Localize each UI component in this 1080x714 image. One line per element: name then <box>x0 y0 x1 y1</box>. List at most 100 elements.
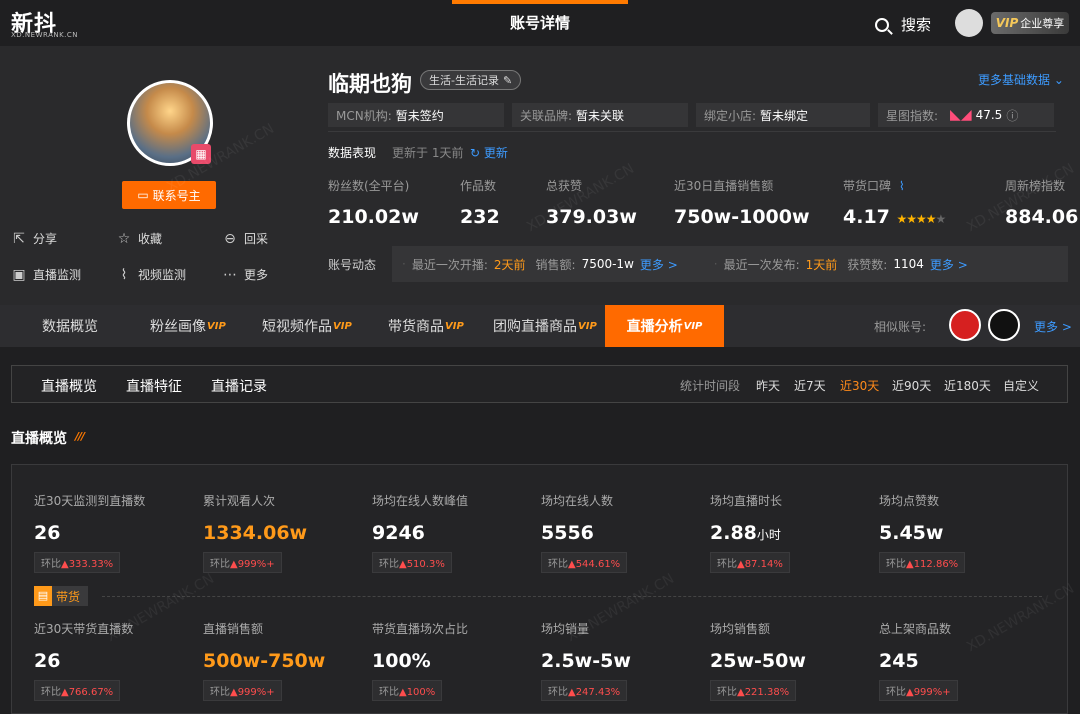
period-30d[interactable]: 近30天 <box>840 377 879 394</box>
more-similar-link[interactable]: 更多 > <box>1034 318 1072 335</box>
metric-change: 环比▲87.14% <box>710 552 790 573</box>
metric-label: 场均销量 <box>541 622 590 636</box>
change-value: ▲100% <box>399 687 436 698</box>
metric-change: 环比▲100% <box>372 680 443 701</box>
similar-accounts-label: 相似账号: <box>874 320 927 334</box>
change-label: 环比 <box>548 559 568 570</box>
metric-value: 100% <box>372 650 431 672</box>
stat-label: 周新榜指数 <box>1005 179 1066 193</box>
metric-value: 9246 <box>372 522 425 544</box>
more-post-link[interactable]: 更多 > <box>930 256 968 273</box>
trend-chart-icon[interactable]: ⌇ <box>899 179 905 193</box>
share-button[interactable]: ⇱ 分享 <box>11 230 57 247</box>
tab-label: 数据概览 <box>42 319 98 335</box>
metric-change: 环比▲999%+ <box>879 680 958 701</box>
shop-info: 绑定小店: 暂未绑定 <box>696 103 870 127</box>
stat-works: 作品数 232 <box>460 177 500 228</box>
xingtu-label: 星图指数: <box>886 108 939 123</box>
metric-label: 总上架商品数 <box>879 622 952 636</box>
metric-change: 环比▲999%+ <box>203 680 282 701</box>
change-label: 环比 <box>886 559 906 570</box>
dynamics-box: · 最近一次开播: 2天前 销售额: 7500-1w 更多 > · 最近一次发布… <box>392 246 1068 282</box>
stat-live-sales: 近30日直播销售额 750w-1000w <box>674 177 810 228</box>
last-live-label: 最近一次开播: <box>411 257 488 272</box>
live-overview-metrics: 近30天监测到直播数 26 环比▲333.33% 累计观看人次 1334.06w… <box>11 464 1068 714</box>
tab-goods[interactable]: 带货商品 VIP <box>388 305 464 347</box>
period-90d[interactable]: 近90天 <box>892 377 931 394</box>
metric-card: 带货直播场次占比 100% 环比▲100% <box>372 620 468 701</box>
stat-label: 粉丝数(全平台) <box>328 179 410 193</box>
metric-unit: 小时 <box>756 528 781 542</box>
favorite-button[interactable]: ☆ 收藏 <box>116 230 162 247</box>
mcn-value: 暂未签约 <box>395 108 444 123</box>
more-actions-button[interactable]: ⋯ 更多 <box>222 266 268 283</box>
more-live-link[interactable]: 更多 > <box>640 256 678 273</box>
refresh-button[interactable]: ↻ 更新 <box>470 144 508 161</box>
info-icon[interactable]: ⓘ <box>1006 107 1018 124</box>
xingtu-logo-icon: ◣◢ <box>950 107 972 123</box>
metric-change: 环比▲544.61% <box>541 552 628 573</box>
mcn-info: MCN机构: 暂未签约 <box>328 103 504 127</box>
user-avatar[interactable] <box>955 9 983 37</box>
tab-group-live-goods[interactable]: 团购直播商品 VIP <box>493 305 597 347</box>
tab-data-overview[interactable]: 数据概览 <box>42 305 98 347</box>
video-monitor-label: 视频监测 <box>138 268 187 282</box>
section-title: 直播概览 <box>11 431 67 447</box>
metric-card: 总上架商品数 245 环比▲999%+ <box>879 620 958 701</box>
collect-button[interactable]: ⊖ 回采 <box>222 230 268 247</box>
metric-card: 直播销售额 500w-750w 环比▲999%+ <box>203 620 325 701</box>
metric-number: 2.88 <box>710 522 757 544</box>
tab-label: 直播分析 <box>626 319 683 335</box>
metric-card: 场均点赞数 5.45w 环比▲112.86% <box>879 492 966 573</box>
shop-label: 绑定小店: <box>704 108 757 123</box>
category-tag[interactable]: 生活-生活记录 ✎ <box>420 70 522 90</box>
period-yesterday[interactable]: 昨天 <box>756 377 780 394</box>
period-180d[interactable]: 近180天 <box>944 377 991 394</box>
live-monitor-button[interactable]: ▣ 直播监测 <box>11 266 81 283</box>
metric-change: 环比▲112.86% <box>879 552 966 573</box>
stat-value: 884.06 <box>1005 206 1079 228</box>
qr-code-icon[interactable]: ▦ <box>191 144 211 164</box>
period-custom[interactable]: 自定义 <box>1003 377 1039 394</box>
change-label: 环比 <box>210 559 230 570</box>
similar-account-avatar[interactable] <box>988 309 1020 341</box>
rating-stars-icon: ★★★★★ <box>896 212 947 226</box>
tab-short-video[interactable]: 短视频作品 VIP <box>262 305 352 347</box>
metric-value: 5.45w <box>879 522 944 544</box>
period-7d[interactable]: 近7天 <box>794 377 826 394</box>
change-value: ▲999%+ <box>906 687 951 698</box>
stat-value: 210.02w <box>328 206 419 228</box>
xingtu-info: 星图指数: ◣◢ 47.5 ⓘ <box>878 103 1054 127</box>
subtab-live-records[interactable]: 直播记录 <box>211 376 267 396</box>
subtab-live-overview[interactable]: 直播概览 <box>41 376 97 396</box>
last-post-time: 1天前 <box>805 257 838 272</box>
subtab-live-features[interactable]: 直播特征 <box>126 376 182 396</box>
vip-badge[interactable]: VIP 企业尊享 <box>991 12 1069 34</box>
sales-label: 销售额: <box>535 257 576 272</box>
star-icon: ☆ <box>117 230 131 247</box>
category-label: 生活-生活记录 <box>429 74 499 87</box>
contact-owner-button[interactable]: ▭ 联系号主 <box>122 181 216 209</box>
similar-account-avatar[interactable] <box>949 309 981 341</box>
shop-value: 暂未绑定 <box>760 108 809 123</box>
stat-reputation: 带货口碑 ⌇ 4.17 ★★★★★ <box>843 177 947 228</box>
performance-updated: 更新于 1天前 <box>392 146 464 160</box>
change-value: ▲999%+ <box>230 687 275 698</box>
tv-icon: ▣ <box>12 266 26 283</box>
period-label: 统计时间段 <box>680 379 741 393</box>
chevron-down-icon: ⌄ <box>1053 73 1064 87</box>
more-basic-data-link[interactable]: 更多基础数据 ⌄ <box>978 71 1064 88</box>
reputation-value: 4.17 <box>843 206 890 228</box>
change-label: 环比 <box>379 559 399 570</box>
metric-change: 环比▲247.43% <box>541 680 628 701</box>
search-button[interactable]: 搜索 <box>875 14 931 35</box>
metric-value: 5556 <box>541 522 594 544</box>
tab-fans-profile[interactable]: 粉丝画像 VIP <box>150 305 226 347</box>
change-value: ▲112.86% <box>906 559 959 570</box>
tab-live-analysis[interactable]: 直播分析 VIP <box>605 305 724 347</box>
change-label: 环比 <box>717 559 737 570</box>
video-monitor-button[interactable]: ⌇ 视频监测 <box>116 266 186 283</box>
tab-label: 带货商品 <box>388 319 444 335</box>
dashed-divider <box>102 596 1042 597</box>
bullet-icon: · <box>402 257 406 271</box>
